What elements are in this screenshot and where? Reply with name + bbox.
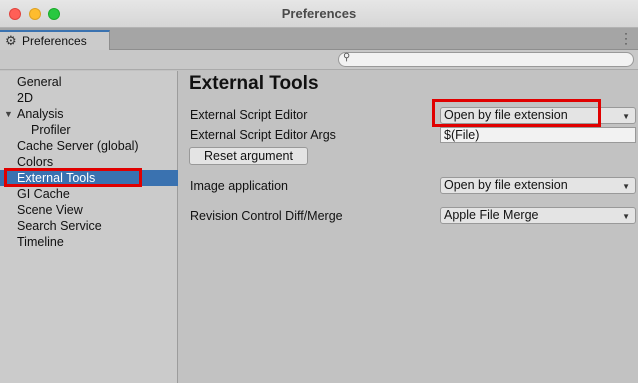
sidebar-item-gi-cache[interactable]: GI Cache (0, 186, 178, 202)
caret-down-icon: ▼ (622, 182, 630, 191)
sidebar: General 2D ▼ Analysis Profiler Cache Ser… (0, 71, 178, 383)
toolbar: ⚲ (0, 50, 638, 70)
tab-label: Preferences (22, 34, 87, 48)
title-bar: Preferences (0, 0, 638, 28)
caret-down-icon: ▼ (622, 112, 630, 121)
fold-down-icon[interactable]: ▼ (4, 106, 13, 122)
main-panel: External Tools External Script Editor Op… (179, 71, 638, 383)
sidebar-item-label: Analysis (17, 107, 64, 121)
caret-down-icon: ▼ (622, 212, 630, 221)
tab-preferences[interactable]: ⚙ Preferences (0, 30, 110, 50)
page-title: External Tools (189, 73, 319, 94)
script-editor-label: External Script Editor (190, 108, 308, 122)
tab-bar: ⚙ Preferences · · · (0, 27, 638, 50)
gear-icon: ⚙ (5, 33, 17, 48)
script-editor-args-label: External Script Editor Args (190, 128, 336, 142)
sidebar-item-general[interactable]: General (0, 74, 178, 90)
sidebar-item-2d[interactable]: 2D (0, 90, 178, 106)
sidebar-item-analysis[interactable]: ▼ Analysis (0, 106, 178, 122)
dropdown-value: Apple File Merge (444, 208, 539, 222)
more-options-icon[interactable]: · · · (623, 27, 629, 49)
sidebar-item-scene-view[interactable]: Scene View (0, 202, 178, 218)
sidebar-item-timeline[interactable]: Timeline (0, 234, 178, 250)
sidebar-item-profiler[interactable]: Profiler (0, 122, 178, 138)
window-title: Preferences (281, 6, 357, 21)
highlight-box-dropdown (432, 99, 601, 127)
highlight-box-sidebar (4, 168, 142, 187)
revision-control-label: Revision Control Diff/Merge (190, 209, 343, 223)
reset-argument-button[interactable]: Reset argument (189, 147, 308, 165)
sidebar-item-cache-server[interactable]: Cache Server (global) (0, 138, 178, 154)
dropdown-value: Open by file extension (444, 178, 568, 192)
image-app-label: Image application (190, 179, 288, 193)
search-icon: ⚲ (343, 52, 351, 63)
revision-control-dropdown[interactable]: Apple File Merge ▼ (440, 207, 636, 224)
image-app-dropdown[interactable]: Open by file extension ▼ (440, 177, 636, 194)
script-editor-args-field[interactable]: $(File) (440, 127, 636, 143)
sidebar-item-search-service[interactable]: Search Service (0, 218, 178, 234)
search-input[interactable]: ⚲ (338, 52, 634, 67)
